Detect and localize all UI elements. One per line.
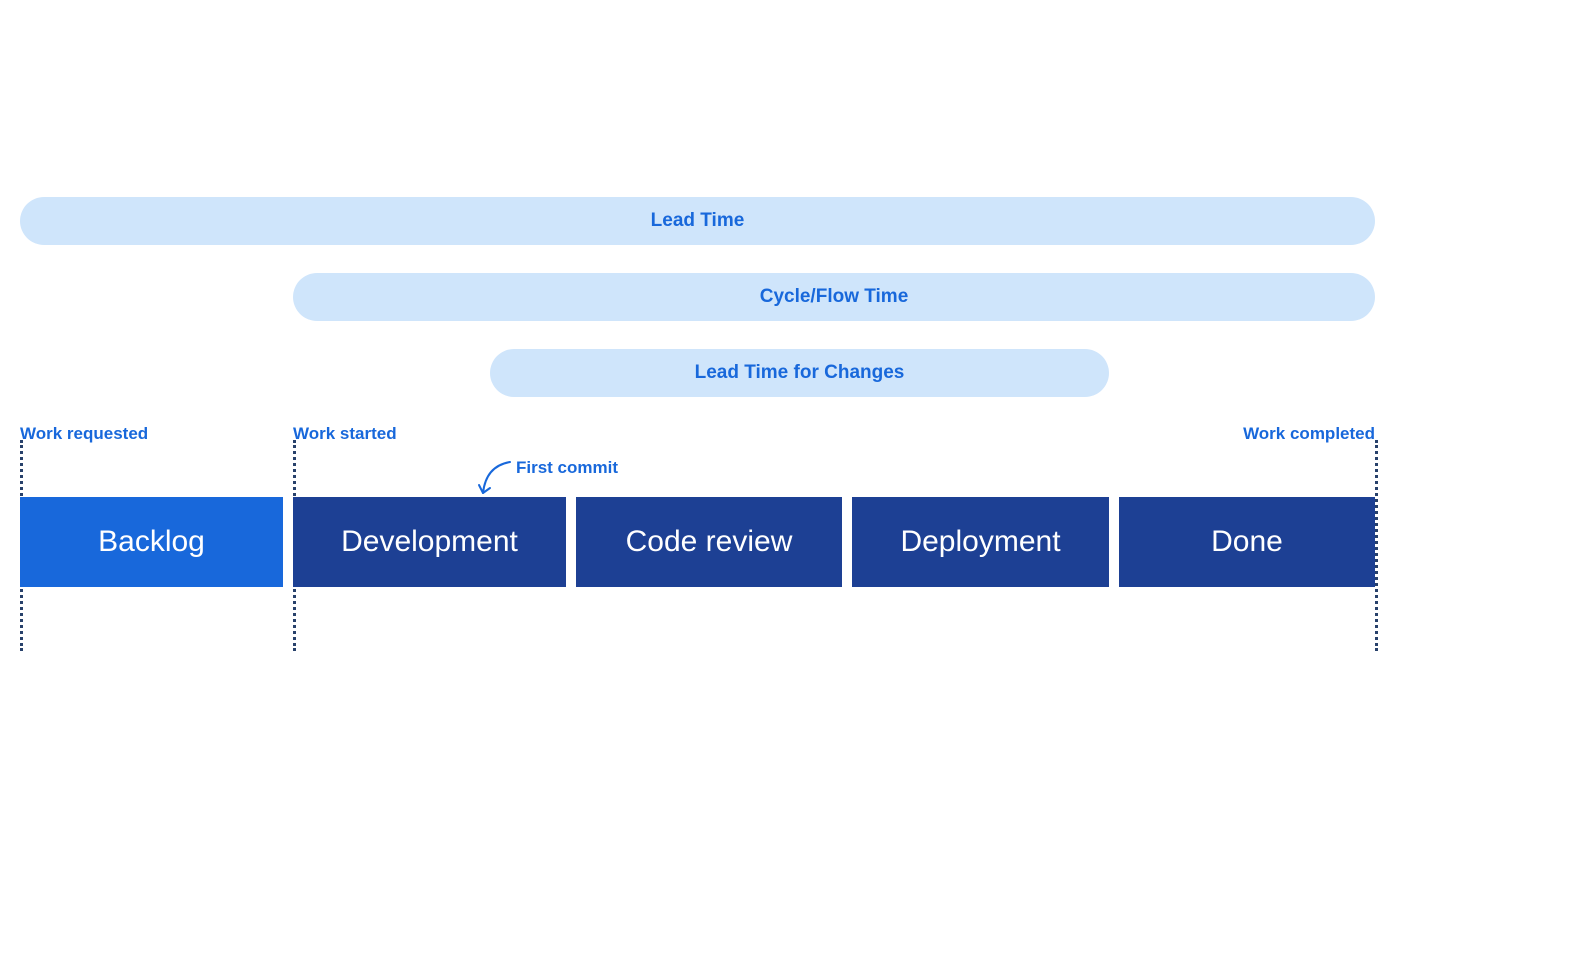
bar-cycle-flow-time-label: Cycle/Flow Time: [760, 286, 909, 308]
stage-development-label: Development: [341, 525, 518, 559]
bar-lead-time: Lead Time: [20, 197, 1375, 245]
stage-backlog-label: Backlog: [98, 525, 205, 559]
stage-code-review-label: Code review: [626, 525, 793, 559]
vline-work-completed: [1375, 440, 1378, 651]
stage-backlog: Backlog: [20, 497, 283, 587]
bar-lead-time-for-changes: Lead Time for Changes: [490, 349, 1109, 397]
stage-deployment: Deployment: [852, 497, 1109, 587]
annotation-work-started: Work started: [293, 424, 397, 444]
annotation-first-commit: First commit: [516, 458, 618, 478]
stage-done: Done: [1119, 497, 1375, 587]
annotation-work-requested: Work requested: [20, 424, 148, 444]
stage-done-label: Done: [1211, 525, 1283, 559]
stage-deployment-label: Deployment: [900, 525, 1060, 559]
stage-code-review: Code review: [576, 497, 842, 587]
bar-cycle-flow-time: Cycle/Flow Time: [293, 273, 1375, 321]
bar-lead-time-label: Lead Time: [651, 210, 745, 232]
stage-development: Development: [293, 497, 566, 587]
arrow-first-commit-icon: [480, 460, 520, 500]
annotation-work-completed: Work completed: [1243, 424, 1375, 444]
bar-lead-time-for-changes-label: Lead Time for Changes: [695, 362, 905, 384]
